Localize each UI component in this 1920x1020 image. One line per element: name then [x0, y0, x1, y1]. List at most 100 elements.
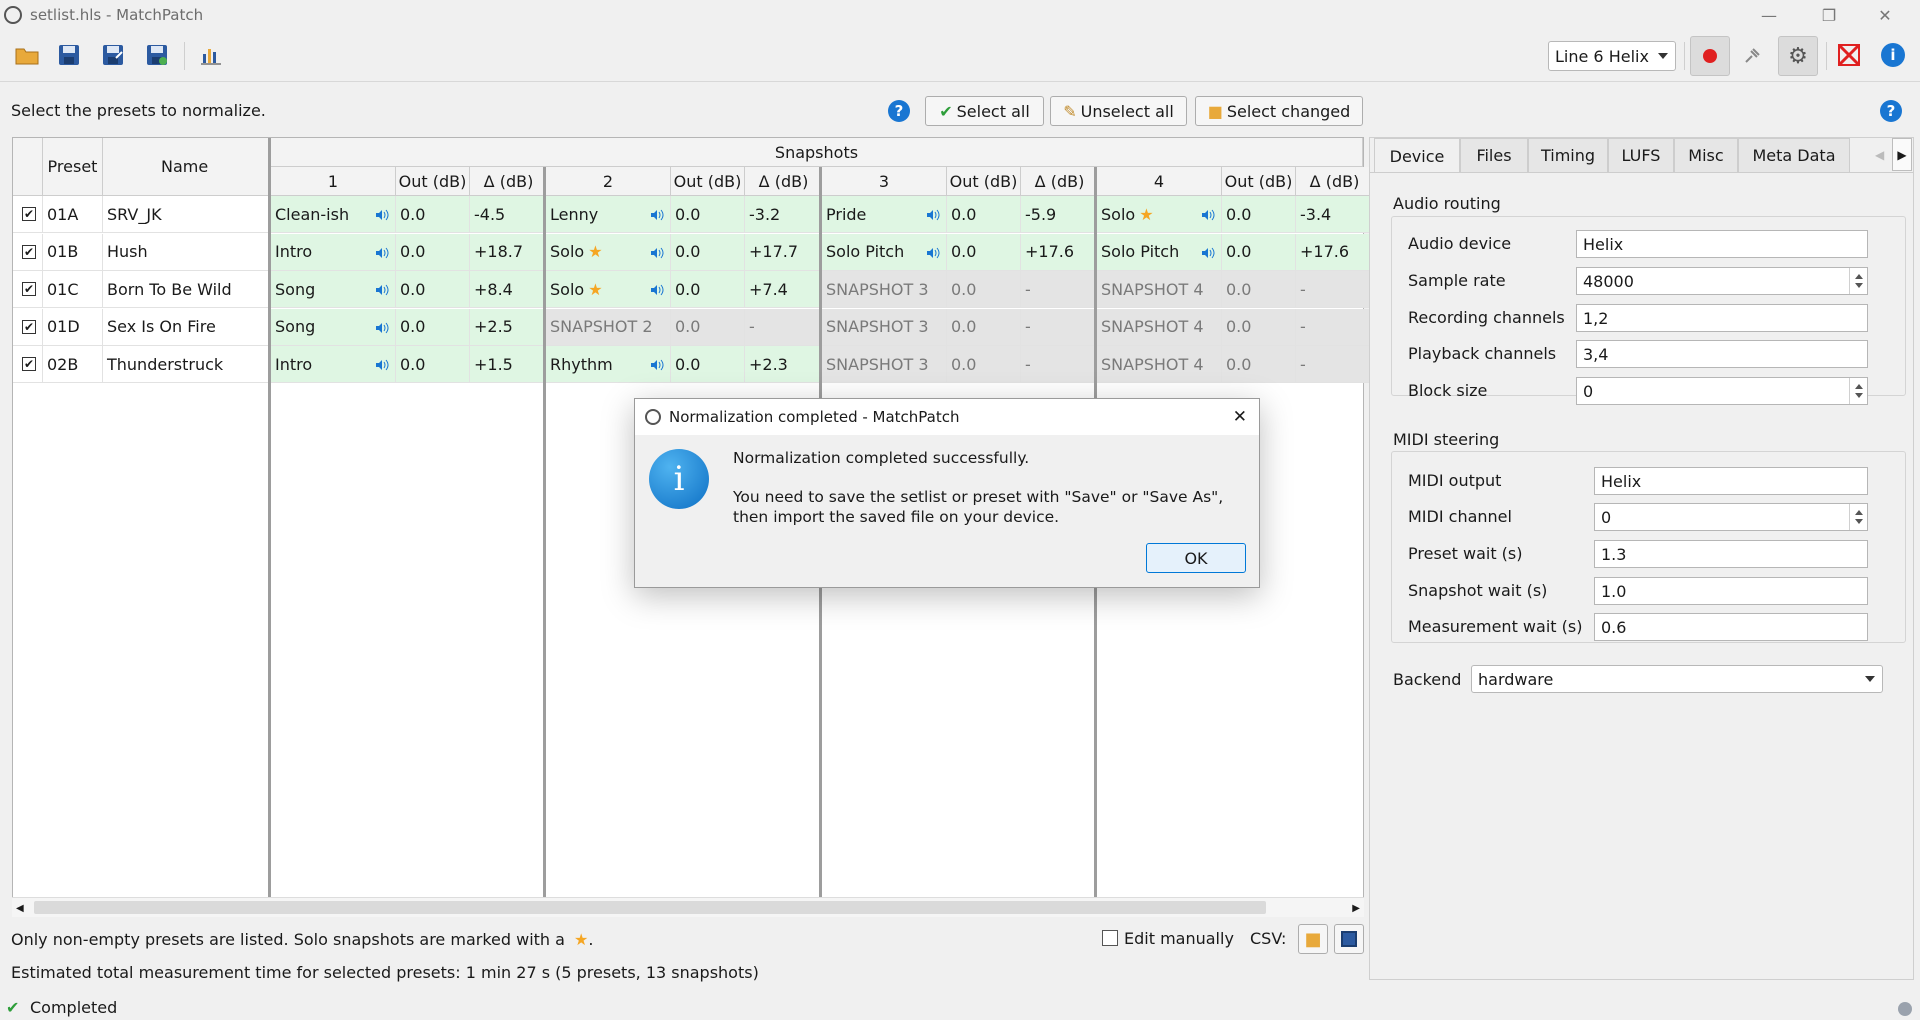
tab-timing[interactable]: Timing: [1528, 138, 1608, 172]
unselect-all-button[interactable]: ✎ Unselect all: [1050, 96, 1187, 126]
out-db-value[interactable]: 0.0: [396, 233, 470, 271]
out-db-value[interactable]: 0.0: [671, 233, 745, 271]
snapshot-name[interactable]: SNAPSHOT 4: [1097, 346, 1222, 383]
pin-icon[interactable]: [1738, 40, 1768, 70]
row-checkbox[interactable]: ✔: [13, 233, 43, 271]
backend-select[interactable]: hardware: [1471, 665, 1883, 693]
midi-channel-spinbox[interactable]: 0: [1594, 503, 1868, 531]
speaker-icon[interactable]: [1201, 247, 1215, 259]
tab-device[interactable]: Device: [1374, 138, 1460, 173]
speaker-icon[interactable]: [375, 284, 389, 296]
tab-lufs[interactable]: LUFS: [1608, 138, 1674, 172]
open-folder-icon[interactable]: [12, 40, 42, 70]
tab-files[interactable]: Files: [1460, 138, 1528, 172]
spin-arrows-icon[interactable]: [1849, 268, 1867, 294]
block-size-spinbox[interactable]: 0: [1576, 377, 1868, 405]
snapshot-name[interactable]: Pride: [822, 196, 947, 233]
snapshot-name[interactable]: Rhythm: [546, 346, 671, 383]
snapshot-name[interactable]: SNAPSHOT 3: [822, 308, 947, 346]
out-db-value[interactable]: 0.0: [396, 308, 470, 346]
snapshot-name[interactable]: Song: [271, 308, 396, 346]
edit-manually-checkbox[interactable]: [1102, 930, 1118, 946]
snapshot-name[interactable]: Intro: [271, 346, 396, 383]
row-checkbox[interactable]: ✔: [13, 271, 43, 308]
speaker-icon[interactable]: [650, 247, 664, 259]
out-db-value[interactable]: 0.0: [671, 196, 745, 233]
recording-channels-field[interactable]: 1,2: [1576, 304, 1868, 332]
audio-device-field[interactable]: Helix: [1576, 230, 1868, 258]
fullscreen-icon[interactable]: [1834, 40, 1864, 70]
snapshot-name[interactable]: SNAPSHOT 4: [1097, 308, 1222, 346]
checkbox-checked-icon[interactable]: ✔: [22, 357, 36, 371]
out-db-value[interactable]: 0.0: [947, 196, 1021, 233]
restore-button[interactable]: ❐: [1806, 0, 1852, 30]
scroll-left-icon[interactable]: ◀: [16, 903, 24, 914]
snapshot-name[interactable]: Song: [271, 271, 396, 308]
out-db-value[interactable]: 0.0: [671, 271, 745, 308]
preset-wait-field[interactable]: 1.3: [1594, 540, 1868, 568]
save-as-icon[interactable]: [98, 40, 128, 70]
checkbox-checked-icon[interactable]: ✔: [22, 319, 36, 334]
info-icon[interactable]: i: [1878, 40, 1908, 70]
snapshot-name[interactable]: SNAPSHOT 3: [822, 271, 947, 308]
speaker-icon[interactable]: [650, 359, 664, 371]
snapshot-name[interactable]: Lenny: [546, 196, 671, 233]
speaker-icon[interactable]: [375, 209, 389, 221]
snapshot-wait-field[interactable]: 1.0: [1594, 577, 1868, 605]
settings-button[interactable]: ⚙: [1778, 36, 1818, 76]
out-db-value[interactable]: 0.0: [947, 233, 1021, 271]
scroll-thumb[interactable]: [34, 901, 1266, 914]
ok-button[interactable]: OK: [1146, 543, 1246, 573]
midi-output-field[interactable]: Helix: [1594, 467, 1868, 495]
snapshot-name[interactable]: Solo Pitch: [1097, 233, 1222, 271]
speaker-icon[interactable]: [926, 209, 940, 221]
row-checkbox[interactable]: ✔: [13, 196, 43, 233]
speaker-icon[interactable]: [650, 284, 664, 296]
snapshot-name[interactable]: SNAPSHOT 4: [1097, 271, 1222, 308]
speaker-icon[interactable]: [926, 247, 940, 259]
snapshot-name[interactable]: SNAPSHOT 3: [822, 346, 947, 383]
out-db-value[interactable]: 0.0: [1222, 233, 1296, 271]
sample-rate-spinbox[interactable]: 48000: [1576, 267, 1868, 295]
tab-meta-data[interactable]: Meta Data: [1738, 138, 1850, 172]
row-checkbox[interactable]: ✔: [13, 308, 43, 346]
save-icon[interactable]: [54, 40, 84, 70]
snapshot-name[interactable]: Solo ★: [546, 271, 671, 308]
snapshot-name[interactable]: Solo Pitch: [822, 233, 947, 271]
tab-misc[interactable]: Misc: [1674, 138, 1738, 172]
speaker-icon[interactable]: [650, 209, 664, 221]
help-icon[interactable]: ?: [888, 100, 910, 122]
spin-arrows-icon[interactable]: [1849, 504, 1867, 530]
measurement-wait-field[interactable]: 0.6: [1594, 613, 1868, 641]
save-all-icon[interactable]: [142, 40, 172, 70]
device-select[interactable]: Line 6 Helix: [1548, 41, 1676, 71]
snapshot-name[interactable]: Solo ★: [1097, 196, 1222, 233]
close-window-button[interactable]: ✕: [1862, 0, 1908, 30]
spin-arrows-icon[interactable]: [1849, 378, 1867, 404]
playback-channels-field[interactable]: 3,4: [1576, 340, 1868, 368]
csv-open-button[interactable]: ■: [1298, 924, 1328, 954]
horizontal-scrollbar[interactable]: ◀ ▶: [12, 897, 1364, 917]
panel-help-icon[interactable]: ?: [1880, 100, 1902, 122]
out-db-value[interactable]: 0.0: [396, 196, 470, 233]
snapshot-name[interactable]: Solo ★: [546, 233, 671, 271]
out-db-value[interactable]: 0.0: [1222, 196, 1296, 233]
record-button[interactable]: [1690, 36, 1730, 76]
csv-save-button[interactable]: [1334, 924, 1364, 954]
tab-scroll-left-icon[interactable]: ◀: [1875, 148, 1884, 162]
speaker-icon[interactable]: [375, 247, 389, 259]
checkbox-checked-icon[interactable]: ✔: [22, 207, 36, 221]
scroll-right-icon[interactable]: ▶: [1352, 903, 1360, 914]
close-icon[interactable]: ✕: [1233, 407, 1247, 427]
snapshot-name[interactable]: Clean-ish: [271, 196, 396, 233]
speaker-icon[interactable]: [375, 322, 389, 334]
chart-icon[interactable]: [196, 40, 226, 70]
checkbox-checked-icon[interactable]: ✔: [22, 244, 36, 259]
select-all-button[interactable]: ✔ Select all: [925, 96, 1044, 126]
out-db-value[interactable]: 0.0: [671, 346, 745, 383]
checkbox-checked-icon[interactable]: ✔: [22, 282, 36, 296]
speaker-icon[interactable]: [1201, 209, 1215, 221]
snapshot-name[interactable]: Intro: [271, 233, 396, 271]
out-db-value[interactable]: 0.0: [396, 346, 470, 383]
select-changed-button[interactable]: ■ Select changed: [1195, 96, 1363, 126]
